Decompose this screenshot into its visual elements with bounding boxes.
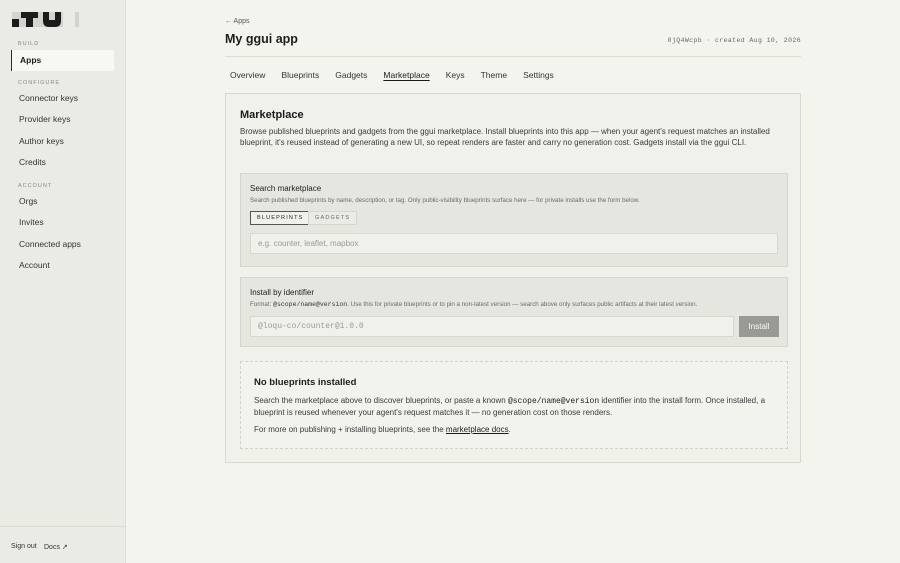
install-panel-description: Format: @scope/name@version. Use this fo… xyxy=(250,301,698,308)
marketplace-search-input[interactable]: e.g. counter, leaflet, mapbox xyxy=(250,233,778,254)
sidebar-item-apps[interactable]: Apps xyxy=(11,50,114,71)
search-panel-description: Search published blueprints by name, des… xyxy=(250,197,640,204)
app-meta: 0jQ4Wcpb · created Aug 10, 2026 xyxy=(667,37,801,44)
empty-state-docs-line: For more on publishing + installing blue… xyxy=(254,425,511,434)
section-label-build: Build xyxy=(18,41,40,47)
sidebar-item-author-keys[interactable]: Author keys xyxy=(11,131,114,152)
sidebar-item-credits[interactable]: Credits xyxy=(11,152,114,173)
install-panel: Install by identifier Format: @scope/nam… xyxy=(240,277,788,347)
install-panel-title: Install by identifier xyxy=(250,288,315,297)
sidebar-item-connected-apps[interactable]: Connected apps xyxy=(11,234,114,255)
sidebar-item-account[interactable]: Account xyxy=(11,255,114,276)
sidebar: Build Apps Configure Connector keys Prov… xyxy=(0,0,126,563)
tab-settings[interactable]: Settings xyxy=(523,70,554,82)
tab-bar: Overview Blueprints Gadgets Marketplace … xyxy=(230,70,554,82)
tab-keys[interactable]: Keys xyxy=(446,70,465,82)
identifier-input[interactable]: @loqu-co/counter@1.0.0 xyxy=(250,316,734,337)
header-divider xyxy=(225,56,801,57)
chip-blueprints[interactable]: Blueprints xyxy=(250,211,311,225)
logo-icon[interactable] xyxy=(12,12,79,27)
tab-theme[interactable]: Theme xyxy=(481,70,507,82)
back-to-apps-link[interactable]: ← Apps xyxy=(225,18,250,25)
marketplace-card: Marketplace Browse published blueprints … xyxy=(225,93,801,463)
sidebar-item-provider-keys[interactable]: Provider keys xyxy=(11,109,114,130)
marketplace-docs-link[interactable]: marketplace docs xyxy=(446,425,509,434)
sidebar-footer: Sign out Docs ↗ xyxy=(0,526,126,563)
tab-overview[interactable]: Overview xyxy=(230,70,265,82)
section-label-configure: Configure xyxy=(18,80,60,86)
marketplace-title: Marketplace xyxy=(240,109,304,121)
format-code: @scope/name@version xyxy=(273,301,348,308)
chip-gadgets[interactable]: Gadgets xyxy=(308,211,358,225)
tab-gadgets[interactable]: Gadgets xyxy=(335,70,367,82)
docs-link[interactable]: Docs ↗ xyxy=(44,543,68,551)
empty-state-title: No blueprints installed xyxy=(254,377,357,388)
sign-out-link[interactable]: Sign out xyxy=(11,543,37,550)
empty-state: No blueprints installed Search the marke… xyxy=(240,361,788,449)
sidebar-item-connector-keys[interactable]: Connector keys xyxy=(11,88,114,109)
install-button[interactable]: Install xyxy=(739,316,779,337)
search-panel: Search marketplace Search published blue… xyxy=(240,173,788,267)
identifier-code: @scope/name@version xyxy=(507,397,600,406)
empty-state-paragraph: Search the marketplace above to discover… xyxy=(254,396,766,417)
tab-blueprints[interactable]: Blueprints xyxy=(281,70,319,82)
search-panel-title: Search marketplace xyxy=(250,184,322,193)
page-title: My ggui app xyxy=(225,32,298,46)
section-label-account: Account xyxy=(18,183,53,189)
sidebar-item-orgs[interactable]: Orgs xyxy=(11,191,114,212)
sidebar-item-invites[interactable]: Invites xyxy=(11,212,114,233)
tab-marketplace[interactable]: Marketplace xyxy=(383,70,429,82)
marketplace-description: Browse published blueprints and gadgets … xyxy=(240,127,770,147)
